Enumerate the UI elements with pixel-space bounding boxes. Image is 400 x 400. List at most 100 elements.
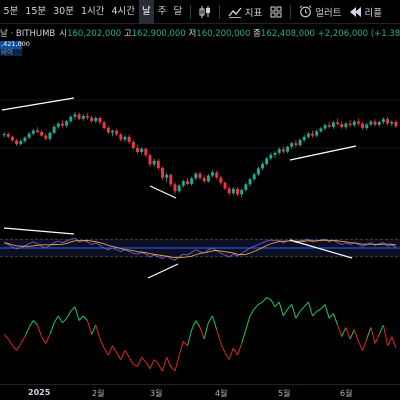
momentum-segment xyxy=(116,352,122,360)
momentum-segment xyxy=(78,315,84,321)
candle-body xyxy=(177,185,181,192)
timeframe-4h[interactable]: 4시간 xyxy=(108,0,139,24)
momentum-segment xyxy=(91,324,97,335)
candle-body xyxy=(202,178,206,182)
candle-body xyxy=(48,132,52,139)
momentum-segment xyxy=(195,320,201,328)
candle-body xyxy=(173,184,177,192)
momentum-segment xyxy=(320,304,326,310)
x-tick-label: 3월 xyxy=(150,389,163,398)
momentum-segment xyxy=(41,336,47,344)
candle-body xyxy=(136,148,139,152)
x-tick-label: 6월 xyxy=(340,389,353,398)
momentum-segment xyxy=(241,329,247,344)
time-axis[interactable]: 2025 2월 3월 4월 5월 6월 xyxy=(0,384,400,400)
candle-body xyxy=(311,133,315,136)
indicators-icon xyxy=(228,7,242,18)
timeframe-15m[interactable]: 15분 xyxy=(22,0,50,24)
candle-body xyxy=(40,132,44,136)
price-chart[interactable] xyxy=(0,24,400,384)
candle-body xyxy=(186,181,189,184)
candle-body xyxy=(181,181,185,186)
momentum-segment xyxy=(366,327,372,340)
candle-body xyxy=(390,122,394,124)
timeframe-1w[interactable]: 주 xyxy=(154,0,170,24)
indicators-button[interactable]: 지표 xyxy=(224,0,266,24)
momentum-segment xyxy=(349,329,355,340)
momentum-segment xyxy=(357,340,364,351)
candle-body xyxy=(244,184,248,190)
candle-body xyxy=(365,124,369,128)
momentum-segment xyxy=(141,356,147,363)
timeframe-1h[interactable]: 1시간 xyxy=(77,0,108,24)
momentum-segment xyxy=(162,357,168,372)
candle-body xyxy=(90,117,94,122)
layout-button[interactable] xyxy=(266,0,286,24)
candle-body xyxy=(6,134,10,137)
replay-button[interactable]: 리플 xyxy=(346,0,386,24)
chart-type-button[interactable] xyxy=(195,0,215,24)
candle-body xyxy=(352,121,356,126)
replay-icon xyxy=(349,6,361,17)
candle-body xyxy=(190,178,194,184)
candle-body xyxy=(381,119,385,122)
momentum-segment xyxy=(103,347,109,356)
momentum-segment xyxy=(232,347,238,356)
candle-body xyxy=(290,143,294,147)
candle-body xyxy=(348,123,352,126)
alerts-button[interactable]: 얼러트 xyxy=(295,0,345,24)
candle-body xyxy=(206,175,210,182)
momentum-segment xyxy=(174,354,180,372)
candle-body xyxy=(52,126,56,133)
candle-body xyxy=(119,134,123,140)
trendline xyxy=(147,263,179,279)
candle-body xyxy=(81,116,85,119)
candle-body xyxy=(165,174,169,178)
candle-body xyxy=(198,173,202,178)
momentum-segment xyxy=(237,343,243,356)
momentum-segment xyxy=(95,324,101,340)
momentum-segment xyxy=(36,324,43,337)
momentum-segment xyxy=(337,324,343,337)
candle-body xyxy=(140,148,144,152)
candle-body xyxy=(248,179,252,185)
momentum-segment xyxy=(312,310,318,317)
candle-body xyxy=(231,188,235,194)
momentum-segment xyxy=(382,325,389,346)
timeframe-1mo[interactable]: 달 xyxy=(170,0,186,24)
candle-body xyxy=(327,125,331,127)
timeframe-30m[interactable]: 30분 xyxy=(50,0,78,24)
candle-body xyxy=(336,122,340,124)
momentum-segment xyxy=(353,329,359,342)
candle-body xyxy=(2,134,6,136)
candle-body xyxy=(98,118,102,123)
momentum-segment xyxy=(345,327,351,340)
momentum-segment xyxy=(262,297,268,303)
candle-body xyxy=(94,118,98,122)
momentum-segment xyxy=(291,304,297,319)
grid-icon xyxy=(270,6,282,17)
momentum-segment xyxy=(86,320,93,335)
momentum-segment xyxy=(16,343,22,351)
toolbar-divider xyxy=(290,4,292,19)
candle-body xyxy=(60,123,64,126)
top-toolbar: 5분 15분 30분 1시간 4시간 날 주 달 지표 얼러트 리플 xyxy=(0,0,400,24)
candle-body xyxy=(169,174,173,185)
candle-body xyxy=(27,133,31,138)
candle-body xyxy=(148,155,152,165)
momentum-segment xyxy=(220,343,226,353)
candle-body xyxy=(223,182,227,189)
momentum-segment xyxy=(374,334,380,344)
momentum-segment xyxy=(7,338,13,347)
momentum-segment xyxy=(49,322,55,335)
timeframe-1d[interactable]: 날 xyxy=(138,0,155,24)
momentum-segment xyxy=(370,327,376,344)
timeframe-5m[interactable]: 5분 xyxy=(0,0,22,24)
momentum-segment xyxy=(391,336,397,349)
momentum-segment xyxy=(224,352,230,360)
candle-body xyxy=(106,128,110,133)
candle-body xyxy=(377,122,381,125)
momentum-segment xyxy=(166,357,172,367)
candle-body xyxy=(69,116,73,122)
candle-body xyxy=(281,149,285,152)
